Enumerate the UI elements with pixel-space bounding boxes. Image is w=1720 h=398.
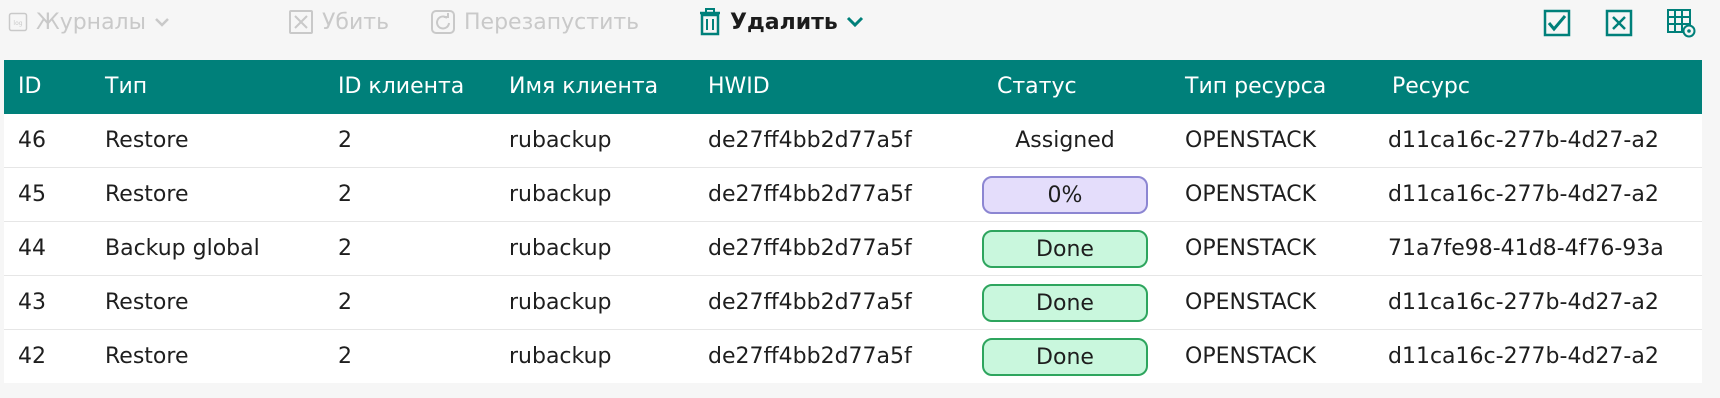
table-row[interactable]: 44 Backup global 2 rubackup de27ff4bb2d7… — [4, 222, 1702, 276]
restart-label: Перезапустить — [464, 9, 640, 35]
column-header-client-name[interactable]: Имя клиента — [509, 60, 658, 114]
cell-client-name: rubackup — [509, 128, 612, 153]
column-header-status[interactable]: Статус — [997, 60, 1077, 114]
cell-client-name: rubackup — [509, 182, 612, 207]
cell-hwid: de27ff4bb2d77a5f — [708, 128, 912, 153]
chevron-down-icon — [846, 16, 864, 28]
cell-resource-type: OPENSTACK — [1185, 128, 1317, 153]
table-row[interactable]: 45 Restore 2 rubackup de27ff4bb2d77a5f 0… — [4, 168, 1702, 222]
cell-hwid: de27ff4bb2d77a5f — [708, 182, 912, 207]
cell-type: Restore — [105, 128, 189, 153]
cell-resource: d11ca16c-277b-4d27-a2 — [1388, 344, 1659, 369]
table-header: ID Тип ID клиента Имя клиента HWID Стату… — [4, 60, 1702, 114]
table-settings-icon — [1666, 8, 1696, 38]
status-badge: Done — [982, 284, 1148, 322]
table-row[interactable]: 42 Restore 2 rubackup de27ff4bb2d77a5f D… — [4, 330, 1702, 383]
cell-resource-type: OPENSTACK — [1185, 182, 1317, 207]
cell-client-name: rubackup — [509, 236, 612, 261]
cell-resource: 71a7fe98-41d8-4f76-93a — [1388, 236, 1664, 261]
cell-type: Backup global — [105, 236, 260, 261]
column-header-type[interactable]: Тип — [105, 60, 147, 114]
table-settings-button[interactable] — [1666, 8, 1696, 38]
delete-button[interactable]: Удалить — [698, 8, 864, 36]
status-badge: Assigned — [1015, 128, 1115, 153]
table-row[interactable]: 43 Restore 2 rubackup de27ff4bb2d77a5f D… — [4, 276, 1702, 330]
status-badge: Done — [982, 338, 1148, 376]
cell-id: 46 — [18, 128, 46, 153]
cell-type: Restore — [105, 344, 189, 369]
toolbar: log Журналы Убить Перезапустить Удалить — [0, 0, 1720, 44]
cell-resource: d11ca16c-277b-4d27-a2 — [1388, 128, 1659, 153]
select-all-checkbox-icon — [1543, 9, 1571, 37]
deselect-button[interactable] — [1604, 8, 1634, 38]
cell-id: 42 — [18, 344, 46, 369]
kill-button[interactable]: Убить — [288, 8, 389, 36]
restart-button[interactable]: Перезапустить — [430, 8, 639, 36]
cell-id: 44 — [18, 236, 46, 261]
logs-button[interactable]: log Журналы — [8, 8, 170, 36]
cell-resource-type: OPENSTACK — [1185, 290, 1317, 315]
table-footer-area — [0, 383, 1720, 398]
cell-hwid: de27ff4bb2d77a5f — [708, 236, 912, 261]
kill-label: Убить — [322, 9, 390, 35]
column-header-resource-type[interactable]: Тип ресурса — [1185, 60, 1326, 114]
status-badge: Done — [982, 230, 1148, 268]
cell-resource: d11ca16c-277b-4d27-a2 — [1388, 290, 1659, 315]
column-header-resource[interactable]: Ресурс — [1392, 60, 1470, 114]
column-header-hwid[interactable]: HWID — [708, 60, 770, 114]
tasks-table: ID Тип ID клиента Имя клиента HWID Стату… — [4, 60, 1702, 383]
cell-resource: d11ca16c-277b-4d27-a2 — [1388, 182, 1659, 207]
chevron-down-icon — [154, 16, 170, 28]
tasks-panel: log Журналы Убить Перезапустить Удалить … — [0, 0, 1720, 398]
status-badge: 0% — [982, 176, 1148, 214]
restart-icon — [430, 9, 456, 35]
cell-client-name: rubackup — [509, 290, 612, 315]
cell-client-id: 2 — [338, 236, 352, 261]
cell-id: 43 — [18, 290, 46, 315]
table-row[interactable]: 46 Restore 2 rubackup de27ff4bb2d77a5f A… — [4, 114, 1702, 168]
cell-id: 45 — [18, 182, 46, 207]
cell-client-name: rubackup — [509, 344, 612, 369]
logs-label: Журналы — [36, 9, 146, 35]
cell-client-id: 2 — [338, 128, 352, 153]
cell-hwid: de27ff4bb2d77a5f — [708, 290, 912, 315]
cell-client-id: 2 — [338, 182, 352, 207]
cell-hwid: de27ff4bb2d77a5f — [708, 344, 912, 369]
cell-client-id: 2 — [338, 290, 352, 315]
kill-x-icon — [288, 9, 314, 35]
cell-resource-type: OPENSTACK — [1185, 344, 1317, 369]
cell-client-id: 2 — [338, 344, 352, 369]
trash-icon — [698, 8, 722, 36]
cell-type: Restore — [105, 290, 189, 315]
log-file-icon: log — [8, 12, 28, 32]
cell-resource-type: OPENSTACK — [1185, 236, 1317, 261]
delete-label: Удалить — [730, 9, 838, 35]
svg-text:log: log — [13, 20, 22, 27]
column-header-client-id[interactable]: ID клиента — [338, 60, 464, 114]
deselect-x-icon — [1605, 9, 1633, 37]
select-all-button[interactable] — [1542, 8, 1572, 38]
column-header-id[interactable]: ID — [18, 60, 41, 114]
cell-type: Restore — [105, 182, 189, 207]
